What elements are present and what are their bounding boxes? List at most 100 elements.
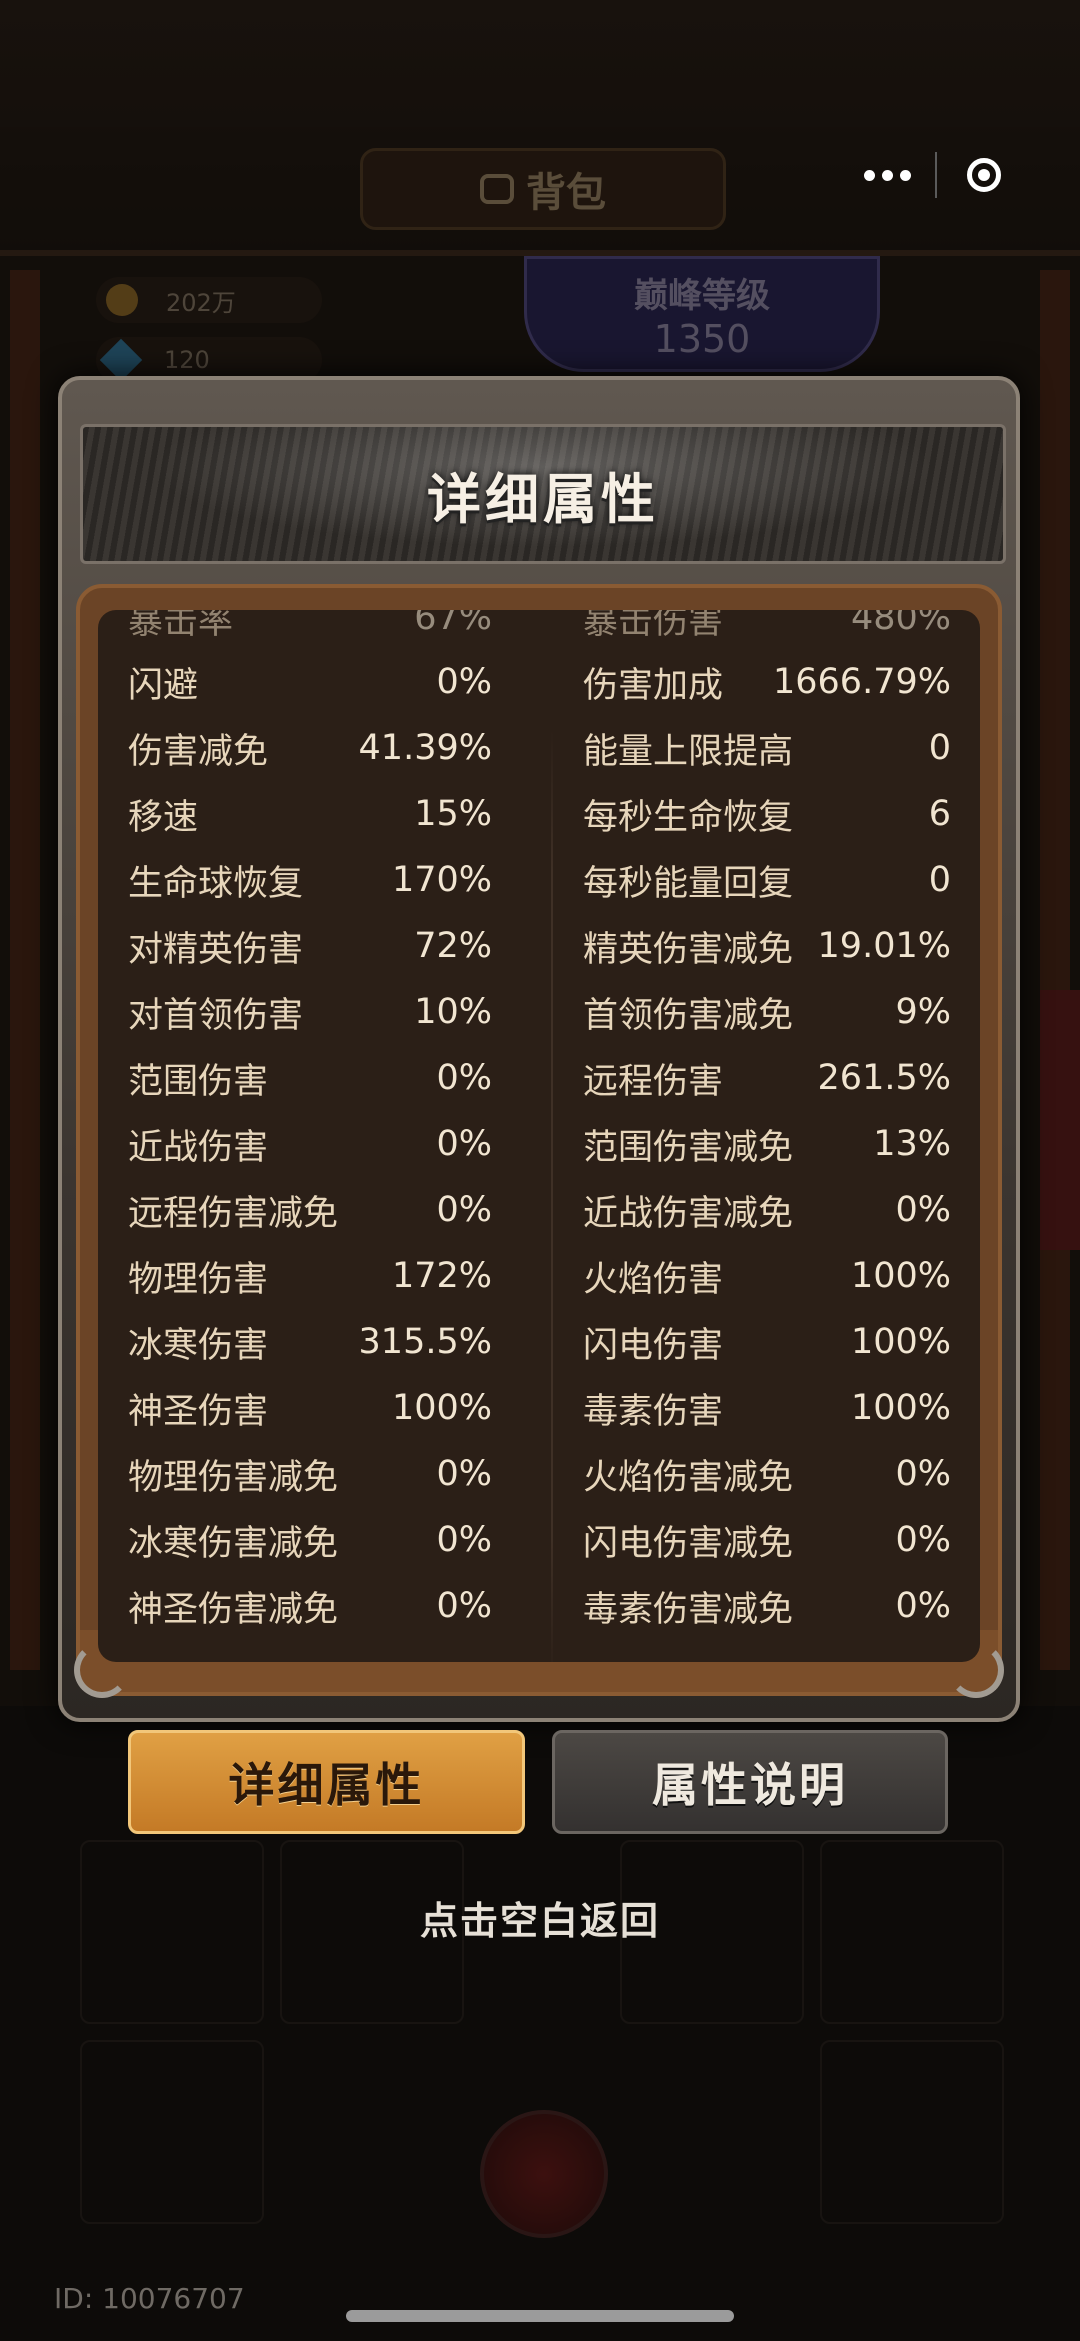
inventory-slot bbox=[820, 2040, 1004, 2224]
stat-row: 能量上限提高 0 bbox=[583, 718, 951, 778]
stat-value: 19.01% bbox=[817, 926, 951, 966]
stat-value: 15% bbox=[414, 794, 492, 834]
stat-value: 9% bbox=[895, 992, 951, 1032]
stat-label: 近战伤害 bbox=[128, 1127, 269, 1168]
stat-label: 能量上限提高 bbox=[583, 731, 794, 772]
stat-row: 毒素伤害减免 0% bbox=[583, 1576, 951, 1636]
stat-value: 170% bbox=[391, 860, 492, 900]
stat-row: 对精英伤害 72% bbox=[128, 916, 492, 976]
stat-value: 100% bbox=[391, 1388, 492, 1428]
column-divider bbox=[551, 730, 553, 1662]
stat-label: 闪避 bbox=[128, 665, 199, 706]
peak-level-value: 1350 bbox=[653, 316, 751, 361]
stat-value: 100% bbox=[850, 1256, 951, 1296]
dialog-header: 详细属性 bbox=[80, 424, 1006, 564]
stat-label: 远程伤害减免 bbox=[128, 1193, 339, 1234]
stat-value: 1666.79% bbox=[773, 662, 951, 702]
bag-title: 背包 bbox=[526, 170, 606, 216]
stat-row: 神圣伤害减免 0% bbox=[128, 1576, 492, 1636]
stat-value: 72% bbox=[414, 926, 492, 966]
target-circle-icon bbox=[966, 158, 1001, 192]
stat-value: 6 bbox=[928, 794, 951, 834]
gold-value: 202万 bbox=[166, 288, 236, 317]
stat-value: 0% bbox=[436, 662, 492, 702]
stat-row: 火焰伤害减免 0% bbox=[583, 1444, 951, 1504]
stat-label: 伤害减免 bbox=[128, 731, 269, 772]
stat-value: 100% bbox=[850, 1322, 951, 1362]
home-indicator[interactable] bbox=[346, 2310, 734, 2322]
stat-label: 神圣伤害 bbox=[128, 1391, 269, 1432]
stat-row: 近战伤害减免 0% bbox=[583, 1180, 951, 1240]
inventory-slot bbox=[80, 2040, 264, 2224]
stat-label: 远程伤害 bbox=[583, 1061, 724, 1102]
stat-label: 伤害加成 bbox=[583, 665, 724, 706]
stat-row: 远程伤害 261.5% bbox=[583, 1048, 951, 1108]
detail-attributes-dialog: 详细属性 暴击率 67% 暴击伤害 480% 闪避 0% 伤害减免 41.39% 移… bbox=[58, 376, 1020, 1722]
stat-row: 毒素伤害 100% bbox=[583, 1378, 951, 1438]
stat-label: 对精英伤害 bbox=[128, 929, 304, 970]
stat-row: 首领伤害减免 9% bbox=[583, 982, 951, 1042]
stat-label: 毒素伤害减免 bbox=[583, 1589, 794, 1630]
background-right-pillar bbox=[1040, 270, 1070, 1670]
stat-value: 0% bbox=[436, 1586, 492, 1626]
more-dots-icon bbox=[882, 169, 893, 181]
bag-title-plate: 背包 bbox=[360, 148, 726, 230]
stat-row: 物理伤害 172% bbox=[128, 1246, 492, 1306]
dialog-title: 详细属性 bbox=[427, 467, 659, 531]
stat-label: 闪电伤害 bbox=[583, 1325, 724, 1366]
stat-row: 冰寒伤害减免 0% bbox=[128, 1510, 492, 1570]
stat-row: 范围伤害 0% bbox=[128, 1048, 492, 1108]
stat-row: 移速 15% bbox=[128, 784, 492, 844]
stat-label: 神圣伤害减免 bbox=[128, 1589, 339, 1630]
more-dots-icon bbox=[864, 169, 875, 181]
stat-value: 0% bbox=[436, 1454, 492, 1494]
tab-attribute-explanation[interactable]: 属性说明 bbox=[552, 1730, 948, 1834]
stat-label: 物理伤害 bbox=[128, 1259, 269, 1300]
stat-row: 生命球恢复 170% bbox=[128, 850, 492, 910]
stat-label: 精英伤害减免 bbox=[583, 929, 794, 970]
stat-row: 每秒生命恢复 6 bbox=[583, 784, 951, 844]
close-miniprogram-button[interactable] bbox=[937, 140, 1030, 210]
stat-label: 范围伤害 bbox=[128, 1061, 269, 1102]
user-id-label: ID: 10076707 bbox=[54, 2282, 245, 2315]
stat-label: 冰寒伤害 bbox=[128, 1325, 269, 1366]
stat-label: 近战伤害减免 bbox=[583, 1193, 794, 1234]
stat-value: 13% bbox=[873, 1124, 951, 1164]
stat-value: 0% bbox=[895, 1520, 951, 1560]
tap-blank-to-return[interactable]: 点击空白返回 bbox=[0, 1890, 1080, 1945]
crossed-swords-orb-icon bbox=[480, 2110, 608, 2238]
stats-scroll-list[interactable]: 暴击率 67% 暴击伤害 480% 闪避 0% 伤害减免 41.39% 移速 15% … bbox=[98, 610, 980, 1662]
stat-label: 冰寒伤害减免 bbox=[128, 1523, 339, 1564]
stat-value: 0 bbox=[928, 728, 951, 768]
stats-panel: 暴击率 67% 暴击伤害 480% 闪避 0% 伤害减免 41.39% 移速 15% … bbox=[74, 584, 1004, 1698]
stat-value: 0% bbox=[895, 1190, 951, 1230]
stat-value: 480% bbox=[850, 610, 951, 638]
stat-row: 闪电伤害减免 0% bbox=[583, 1510, 951, 1570]
stat-value: 315.5% bbox=[358, 1322, 492, 1362]
background-left-pillar bbox=[10, 270, 40, 1670]
stat-row: 伤害减免 41.39% bbox=[128, 718, 492, 778]
stat-label: 首领伤害减免 bbox=[583, 995, 794, 1036]
gold-counter: 202万 bbox=[96, 277, 322, 323]
stat-value: 41.39% bbox=[358, 728, 492, 768]
stat-row: 闪避 0% bbox=[128, 652, 492, 712]
stat-row: 对首领伤害 10% bbox=[128, 982, 492, 1042]
stat-row: 神圣伤害 100% bbox=[128, 1378, 492, 1438]
coin-icon bbox=[106, 284, 138, 316]
stat-label: 每秒生命恢复 bbox=[583, 797, 794, 838]
stat-value: 10% bbox=[414, 992, 492, 1032]
more-button[interactable] bbox=[840, 140, 935, 210]
stat-label: 物理伤害减免 bbox=[128, 1457, 339, 1498]
stat-value: 0% bbox=[436, 1058, 492, 1098]
stat-label: 范围伤害减免 bbox=[583, 1127, 794, 1168]
stat-row: 物理伤害减免 0% bbox=[128, 1444, 492, 1504]
stat-row: 每秒能量回复 0 bbox=[583, 850, 951, 910]
stat-row: 远程伤害减免 0% bbox=[128, 1180, 492, 1240]
stat-value: 0% bbox=[436, 1124, 492, 1164]
stat-row: 闪电伤害 100% bbox=[583, 1312, 951, 1372]
stat-value: 0% bbox=[895, 1586, 951, 1626]
more-dots-icon bbox=[900, 169, 911, 181]
stat-row-partial: 暴击伤害 480% bbox=[583, 610, 951, 648]
stat-value: 0% bbox=[436, 1520, 492, 1560]
tab-detail-attributes[interactable]: 详细属性 bbox=[128, 1730, 525, 1834]
